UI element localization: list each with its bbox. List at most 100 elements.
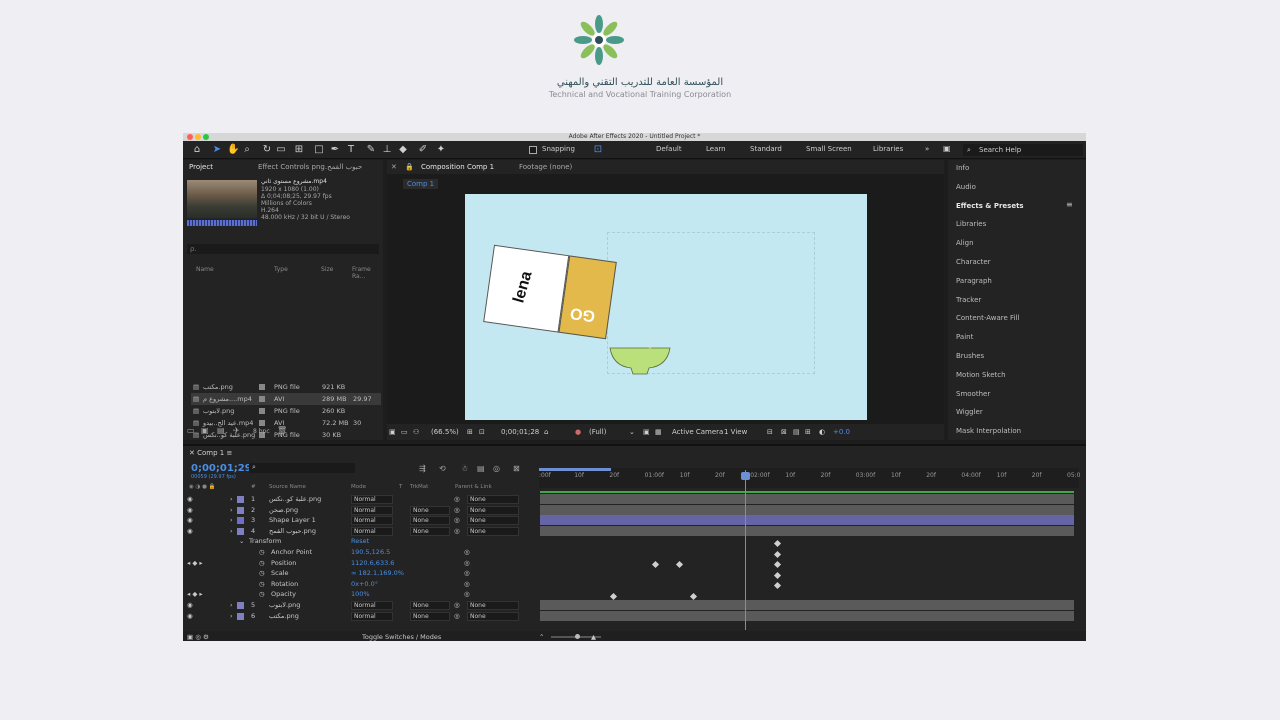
label-color-swatch[interactable] xyxy=(259,384,265,390)
transform-property-row[interactable]: ◷ Anchor Point 190.5,126.5 ◎ xyxy=(183,547,537,558)
layer-mode-dropdown[interactable]: Normal xyxy=(351,495,393,504)
tab-composition[interactable]: Composition Comp 1 xyxy=(421,163,494,171)
parent-dropdown[interactable]: None xyxy=(467,526,519,536)
stopwatch-icon[interactable]: ◷ xyxy=(259,589,265,600)
panel-menu-icon[interactable]: ≡ xyxy=(1066,200,1073,209)
transform-reset[interactable]: Reset xyxy=(351,536,369,547)
keyframe[interactable] xyxy=(773,550,782,559)
always-preview-icon[interactable]: ▣ xyxy=(389,428,396,436)
pan-behind-tool-icon[interactable]: ⊞ xyxy=(293,144,305,156)
column-parent[interactable]: Parent & Link xyxy=(455,484,492,490)
eye-icon[interactable]: ◉ xyxy=(187,515,193,526)
keyframe[interactable] xyxy=(675,560,684,569)
snapshot-icon[interactable]: ⌂ xyxy=(544,428,548,436)
time-ruler[interactable]: :00f 10f 20f 01:00f 10f 20f 02:00f 10f 20f 03:00f… xyxy=(539,468,1080,488)
property-value[interactable]: 1120.6,633.6 xyxy=(351,558,394,569)
view-layout-dropdown[interactable]: 1 View xyxy=(724,428,747,436)
home-icon[interactable]: ⌂ xyxy=(191,144,203,156)
trkmat-dropdown[interactable]: None xyxy=(410,505,450,515)
layer-mode-dropdown[interactable]: Normal xyxy=(351,526,393,536)
camera-tool-icon[interactable]: ▭ xyxy=(275,144,287,156)
snap-options-icon[interactable]: ⊡ xyxy=(592,144,604,156)
selected-item-name[interactable]: مشروع مستوى ثاني.mp4 xyxy=(261,178,327,185)
timeline-layer-row[interactable]: ◉ › 3 Shape Layer 1 Normal None ◎ None xyxy=(183,515,537,526)
layer-name[interactable]: مكتب.png xyxy=(269,611,299,622)
panel-item-smoother[interactable]: Smoother xyxy=(956,390,990,398)
camera-dropdown[interactable]: Active Camera xyxy=(672,428,723,436)
mask-visibility-icon[interactable]: ⚇ xyxy=(413,428,419,436)
keyframe[interactable] xyxy=(773,560,782,569)
minimize-window-icon[interactable] xyxy=(195,134,201,140)
transform-group[interactable]: ⌄ Transform Reset xyxy=(183,536,537,547)
puppet-tool-icon[interactable]: ✦ xyxy=(435,144,447,156)
column-name[interactable]: Name xyxy=(196,266,214,273)
zoom-window-icon[interactable] xyxy=(203,134,209,140)
exposure-value[interactable]: +0.0 xyxy=(833,428,850,436)
workspace-default[interactable]: Default xyxy=(656,145,682,153)
project-search-input[interactable]: ρ. xyxy=(187,244,379,254)
timeline-layer-row[interactable]: ◉ › 2 صحن.png Normal None ◎ None xyxy=(183,505,537,516)
new-folder-icon-2[interactable]: ▣ xyxy=(201,426,209,435)
color-channel-icon[interactable]: ● xyxy=(575,428,581,436)
layer-mode-dropdown[interactable]: Normal xyxy=(351,505,393,515)
stopwatch-icon[interactable]: ◷ xyxy=(259,568,265,579)
region-icon[interactable]: ⊡ xyxy=(479,428,485,436)
timeline-layer-row[interactable]: ◉ › 5 لابتوب.png Normal None ◎ None xyxy=(183,600,537,611)
pickwhip-icon[interactable]: ◎ xyxy=(454,611,460,622)
trkmat-dropdown[interactable]: None xyxy=(410,526,450,536)
layer-duration-bar[interactable] xyxy=(540,610,1074,621)
close-window-icon[interactable] xyxy=(187,134,193,140)
parent-dropdown[interactable]: None xyxy=(467,495,519,504)
new-comp-icon[interactable]: ▤ xyxy=(217,426,225,435)
column-type[interactable]: Type xyxy=(274,266,288,273)
layer-duration-bar[interactable] xyxy=(540,525,1074,536)
layer-mode-dropdown[interactable]: Normal xyxy=(351,611,393,621)
more-workspaces-icon[interactable]: » xyxy=(925,145,929,153)
property-value[interactable]: 100% xyxy=(351,589,370,600)
transparency-grid-icon[interactable]: ▦ xyxy=(655,428,662,436)
grid-icon[interactable]: ⊞ xyxy=(467,428,473,436)
panel-item-align[interactable]: Align xyxy=(956,239,974,247)
layer-duration-bar[interactable] xyxy=(540,515,1074,526)
expand-arrow-icon[interactable]: ⌄ xyxy=(239,536,244,547)
keyframe[interactable] xyxy=(773,571,782,580)
frame-blend-icon[interactable]: ▤ xyxy=(477,464,485,473)
fast-preview-icon[interactable]: ⊠ xyxy=(781,428,787,436)
type-tool-icon[interactable]: T xyxy=(345,144,357,156)
keyframe[interactable] xyxy=(773,581,782,590)
label-color-box[interactable] xyxy=(237,506,244,514)
trash-icon[interactable]: 🗑 xyxy=(277,426,287,435)
pickwhip-icon[interactable]: ◎ xyxy=(454,505,460,516)
workspace-standard[interactable]: Standard xyxy=(750,145,782,153)
transform-property-row[interactable]: ◷ Rotation 0x+0.0° ◎ xyxy=(183,579,537,590)
zoom-out-icon[interactable]: ⌃ xyxy=(539,633,544,641)
layer-duration-bar[interactable] xyxy=(540,504,1074,515)
timeline-tab[interactable]: ✕ Comp 1 ≡ xyxy=(189,449,232,457)
motion-blur-icon[interactable]: ◎ xyxy=(493,464,500,473)
zoom-tool-icon[interactable]: ⌕ xyxy=(241,144,253,156)
shy-icon[interactable]: ☃ xyxy=(461,464,468,473)
property-value[interactable]: ∞ 182.1,169.0% xyxy=(351,568,404,579)
trkmat-dropdown[interactable]: None xyxy=(410,516,450,526)
eraser-tool-icon[interactable]: ◆ xyxy=(397,144,409,156)
layer-name[interactable]: صحن.png xyxy=(269,505,298,516)
layer-mode-dropdown[interactable]: Normal xyxy=(351,601,393,610)
layer-name[interactable]: Shape Layer 1 xyxy=(269,515,316,526)
zoom-in-icon[interactable]: ▲ xyxy=(591,633,596,641)
pickwhip-icon[interactable]: ◎ xyxy=(454,515,460,526)
panel-item-tracker[interactable]: Tracker xyxy=(956,296,981,304)
exposure-icon[interactable]: ◐ xyxy=(819,428,825,436)
expand-arrow-icon[interactable]: › xyxy=(230,515,233,526)
expand-arrow-icon[interactable]: › xyxy=(230,611,233,622)
comp-breadcrumb[interactable]: Comp 1 xyxy=(403,179,439,189)
zoom-slider-handle[interactable] xyxy=(575,634,580,639)
graph-editor-icon[interactable]: ⊠ xyxy=(513,464,520,473)
toggle-switches-modes[interactable]: Toggle Switches / Modes xyxy=(362,633,441,641)
project-file-row[interactable]: ▤ لابتوب.png PNG file 260 KB xyxy=(191,405,381,417)
monitor-icon[interactable]: ▭ xyxy=(401,428,408,436)
workspace-libraries[interactable]: Libraries xyxy=(873,145,903,153)
layer-name[interactable]: حبوب القمح.png xyxy=(269,526,316,537)
selection-tool-icon[interactable]: ➤ xyxy=(211,144,223,156)
layer-duration-bar[interactable] xyxy=(540,600,1074,610)
timeline-icon[interactable]: ▤ xyxy=(793,428,800,436)
